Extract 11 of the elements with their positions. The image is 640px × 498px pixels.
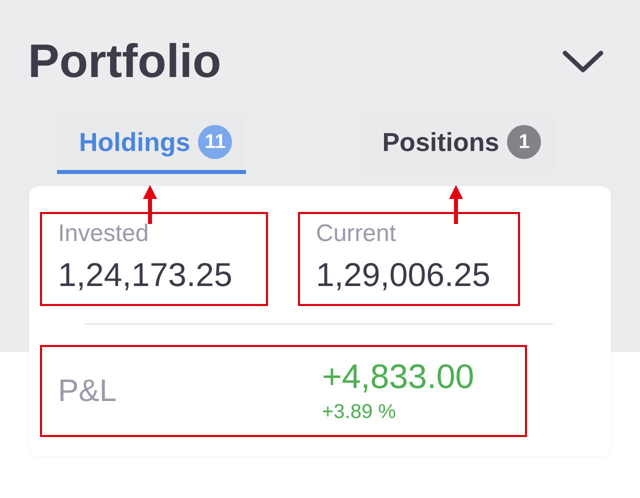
stat-value: 1,24,173.25 — [58, 256, 234, 294]
pnl-percent: +3.89 % — [322, 401, 397, 424]
count-badge: 1 — [507, 125, 542, 159]
page-title: Portfolio — [28, 32, 222, 88]
count-badge: 11 — [198, 125, 232, 159]
stat-label: Invested — [58, 220, 150, 248]
pnl-label: P&L — [58, 373, 118, 409]
chevron-down-icon[interactable] — [562, 50, 604, 74]
pnl-value: +4,833.00 — [322, 358, 474, 397]
stat-label: Current — [316, 220, 398, 248]
stat-value: 1,29,006.25 — [316, 256, 492, 294]
